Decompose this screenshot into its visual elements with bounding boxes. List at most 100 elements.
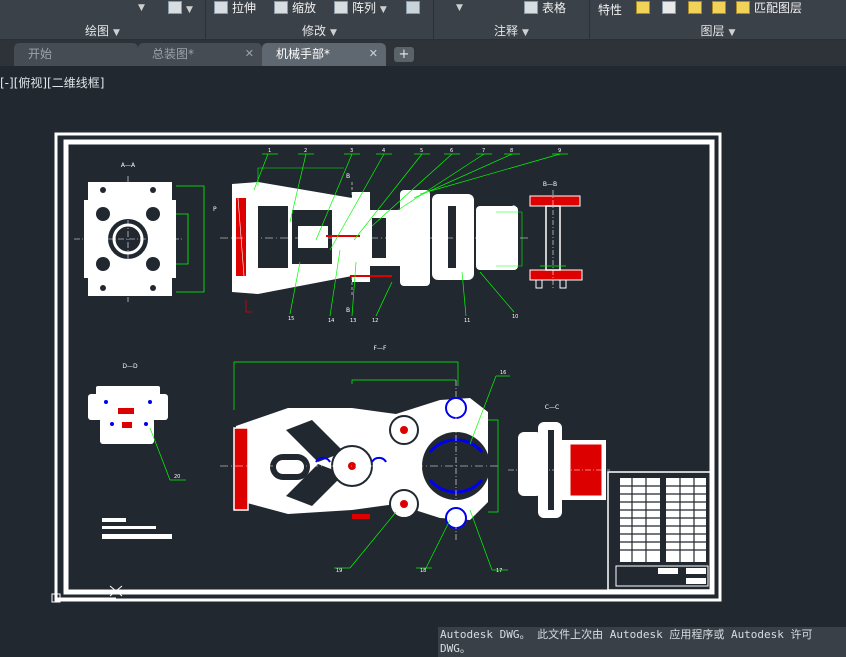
b-bolt-2 (559, 279, 567, 289)
f-dim-inner (351, 379, 456, 384)
main-red-mark (245, 300, 252, 313)
dim-label-b-top: B (346, 173, 350, 180)
balloon-1: 1 (268, 148, 271, 154)
main-drum-slot (448, 206, 456, 268)
balloon-4: 4 (382, 148, 385, 154)
table-button[interactable]: 表格 (524, 0, 566, 18)
main-dim-top (257, 167, 344, 186)
scale-button[interactable]: 缩放 (274, 0, 316, 18)
chevron-down-icon: ▼ (522, 28, 529, 38)
view-a-a: A—A (74, 162, 205, 302)
modify-extra-button[interactable] (406, 0, 424, 18)
technical-notes (102, 518, 172, 539)
d-hole-3 (110, 422, 114, 426)
ribbon-group-title-modify[interactable]: 修改 ▼ (206, 22, 433, 40)
stretch-button[interactable]: 拉伸 (214, 0, 256, 18)
view-f-f: F—F (220, 345, 500, 540)
dim-label-b-bottom: B (346, 307, 350, 314)
dim-label-p-left: P (213, 206, 217, 213)
title-block-mark-2 (686, 568, 706, 574)
autocad-window: ▼ ▼ 绘图 ▼ 拉伸 缩放 阵列 ▼ 修改 ▼ ▼ 表格 注释 ▼ 特性 匹配图层 … (0, 0, 846, 657)
balloon-18: 18 (420, 568, 426, 574)
balloon-16: 16 (500, 370, 506, 376)
draw-dropdown-arrow[interactable]: ▼ (138, 0, 145, 18)
tab-assembly[interactable]: 总装图* ✕ (138, 43, 262, 66)
view-label-f-f: F—F (374, 345, 387, 352)
balloon-9: 9 (558, 148, 561, 154)
tab-start[interactable]: 开始 (14, 43, 138, 66)
match-layer-icon (736, 1, 750, 14)
balloon-10: 10 (512, 314, 518, 320)
a-hole-4 (146, 257, 160, 271)
ribbon-group-annotation: ▼ 表格 注释 ▼ (434, 0, 590, 40)
view-b-b: B—B (529, 181, 583, 290)
ribbon: ▼ ▼ 绘图 ▼ 拉伸 缩放 阵列 ▼ 修改 ▼ ▼ 表格 注释 ▼ 特性 匹配图层 … (0, 0, 846, 40)
view-label-b-b: B—B (543, 181, 557, 188)
d-leader (149, 427, 171, 481)
a-bolt-2 (150, 187, 156, 193)
ribbon-group-layers: 特性 匹配图层 图层 ▼ (590, 0, 846, 40)
b-bottom-plate (529, 269, 583, 281)
view-label-a-a: A—A (121, 162, 136, 169)
layer-tool-1[interactable] (636, 0, 654, 18)
properties-button[interactable]: 特性 (598, 2, 622, 20)
match-layer-button[interactable]: 匹配图层 (736, 0, 802, 18)
stretch-icon (214, 1, 228, 14)
notes-line-1 (102, 518, 126, 522)
b-top-plate (529, 195, 581, 207)
new-tab-button[interactable]: + (394, 47, 414, 62)
layer-tool-4[interactable] (712, 0, 730, 18)
f-lower-pin (400, 500, 408, 508)
drawing-canvas[interactable]: A—A P P B B 1 2 3 4 5 6 7 8 9 10 11 12 1… (0, 66, 846, 627)
a-hole-1 (96, 207, 110, 221)
layer-lock-icon (712, 1, 726, 14)
ribbon-group-title-draw[interactable]: 绘图 ▼ (0, 22, 205, 40)
balloon-2: 2 (304, 148, 307, 154)
close-icon[interactable]: ✕ (245, 43, 254, 65)
balloon-5: 5 (420, 148, 423, 154)
layer-tool-3[interactable] (688, 0, 706, 18)
d-top (96, 386, 160, 396)
dim-label-p-right: P (512, 205, 516, 212)
a-hole-2 (146, 207, 160, 221)
command-line-message-continued: DWG。 (440, 642, 471, 655)
balloon-8: 8 (510, 148, 513, 154)
balloon-12: 12 (372, 318, 378, 324)
a-bolt-3 (100, 285, 106, 291)
close-icon[interactable]: ✕ (369, 43, 378, 65)
view-label-d-d: D—D (122, 363, 138, 370)
ribbon-group-title-layers[interactable]: 图层 ▼ (590, 22, 846, 40)
hatch-icon (168, 1, 182, 14)
balloon-7: 7 (482, 148, 485, 154)
balloon-14: 14 (328, 318, 334, 324)
d-body (88, 394, 168, 420)
array-button[interactable]: 阵列 ▼ (334, 0, 387, 18)
chevron-down-icon: ▼ (728, 28, 736, 38)
title-block (607, 471, 713, 591)
ribbon-group-title-annotation[interactable]: 注释 ▼ (434, 22, 589, 40)
balloon-3: 3 (350, 148, 353, 154)
d-section-2 (122, 422, 132, 428)
f-red-pad (352, 514, 370, 519)
file-tab-bar: 开始 总装图* ✕ 机械手部* ✕ + (0, 40, 846, 66)
tab-manipulator-hand[interactable]: 机械手部* ✕ (262, 43, 386, 66)
chevron-down-icon: ▼ (330, 28, 337, 38)
a-bolt-4 (150, 285, 156, 291)
a-bolt-1 (100, 187, 106, 193)
layer-freeze-icon (636, 1, 650, 14)
layer-tool-2[interactable] (662, 0, 680, 18)
balloon-13: 13 (350, 318, 356, 324)
draw-tool-button[interactable]: ▼ (168, 0, 193, 18)
balloon-6: 6 (450, 148, 453, 154)
command-line-history: Autodesk DWG。 此文件上次由 Autodesk 应用程序或 Auto… (438, 627, 846, 657)
main-window-1 (258, 206, 288, 268)
f-slot-pin (276, 460, 304, 474)
d-bottom (100, 418, 154, 444)
layer-on-icon (688, 1, 702, 14)
text-dropdown-arrow[interactable]: ▼ (456, 0, 463, 18)
d-hole-2 (148, 400, 152, 404)
trim-icon (406, 1, 420, 14)
title-block-mark-1 (658, 568, 678, 574)
balloon-15: 15 (288, 316, 294, 322)
view-c-c: C—C (508, 404, 610, 518)
